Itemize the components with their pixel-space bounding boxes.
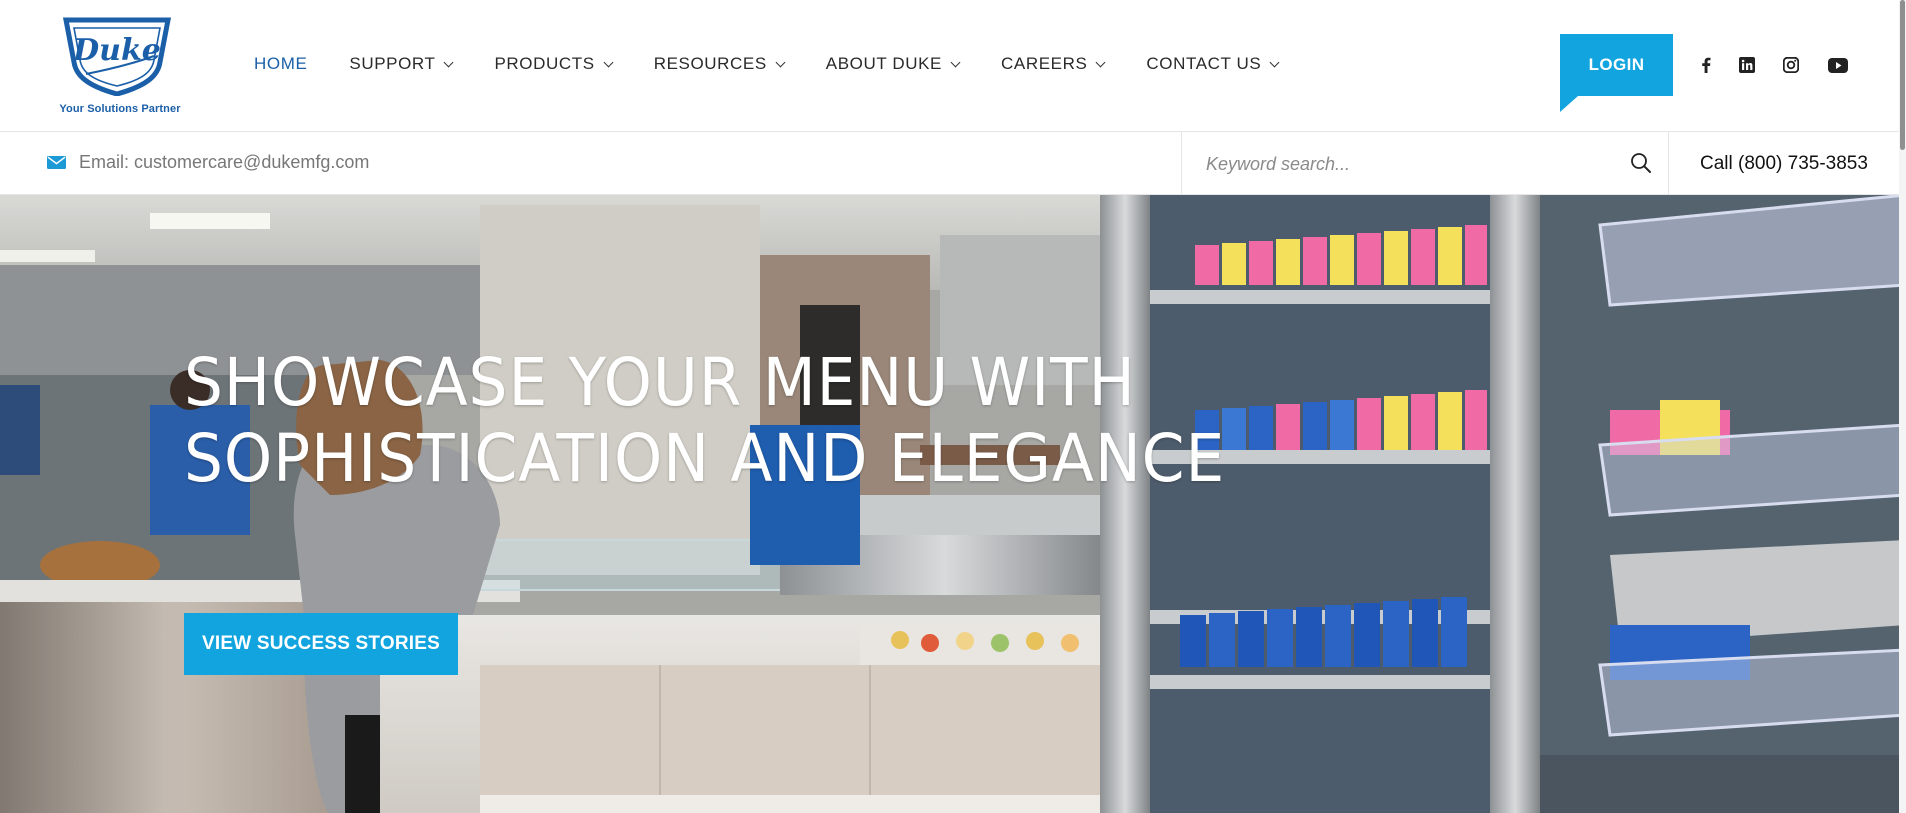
nav-resources-label: RESOURCES [653, 54, 767, 73]
nav-careers-label: CAREERS [1001, 54, 1088, 73]
nav-support-label: SUPPORT [349, 54, 436, 73]
search-box [1181, 132, 1669, 195]
hero-banner: SHOWCASE YOUR MENU WITH SOPHISTICATION A… [0, 195, 1906, 813]
site-header: Duke Your Solutions Partner HOME SUPPORT… [0, 0, 1906, 132]
email-label: Email: customercare@dukemfg.com [79, 152, 370, 172]
linkedin-icon[interactable] [1736, 54, 1758, 76]
chevron-down-icon [775, 57, 786, 67]
nav-careers[interactable]: CAREERS [1001, 54, 1106, 74]
duke-logo[interactable]: Duke Your Solutions Partner [56, 14, 188, 119]
facebook-icon[interactable] [1695, 54, 1717, 76]
nav-resources[interactable]: RESOURCES [653, 54, 786, 74]
chevron-down-icon [950, 57, 961, 67]
hero-title: SHOWCASE YOUR MENU WITH SOPHISTICATION A… [184, 345, 1225, 497]
view-success-stories-button[interactable]: VIEW SUCCESS STORIES [184, 613, 458, 675]
youtube-icon[interactable] [1827, 54, 1849, 76]
chevron-down-icon [444, 57, 454, 67]
login-button-tail [1560, 96, 1578, 112]
instagram-icon[interactable] [1780, 54, 1802, 76]
scrollbar-thumb[interactable] [1900, 0, 1905, 150]
login-button[interactable]: LOGIN [1560, 34, 1673, 96]
logo-badge-icon: Duke [62, 17, 172, 96]
search-input[interactable] [1206, 150, 1606, 178]
hero-background-image [0, 195, 1906, 813]
hero-title-line-1: SHOWCASE YOUR MENU WITH [184, 344, 1136, 421]
hero-title-line-2: SOPHISTICATION AND ELEGANCE [184, 420, 1226, 497]
phone-number[interactable]: Call (800) 735-3853 [1700, 153, 1868, 175]
logo-tagline: Your Solutions Partner [59, 103, 181, 115]
nav-contact-us[interactable]: CONTACT US [1146, 54, 1280, 74]
nav-home-label: HOME [254, 54, 308, 73]
main-nav: HOME SUPPORT PRODUCTS RESOURCES ABOUT DU… [254, 52, 1320, 76]
email-contact[interactable]: Email: customercare@dukemfg.com [47, 152, 369, 173]
nav-support[interactable]: SUPPORT [349, 54, 454, 74]
page-scrollbar[interactable] [1899, 0, 1906, 813]
search-icon[interactable] [1630, 152, 1652, 174]
nav-about-duke-label: ABOUT DUKE [825, 54, 942, 73]
nav-products-label: PRODUCTS [494, 54, 595, 73]
nav-products[interactable]: PRODUCTS [494, 54, 614, 74]
chevron-down-icon [1095, 57, 1106, 67]
envelope-icon [47, 156, 66, 169]
nav-about-duke[interactable]: ABOUT DUKE [825, 54, 961, 74]
chevron-down-icon [603, 57, 614, 67]
chevron-down-icon [1269, 57, 1280, 67]
info-bar: Email: customercare@dukemfg.com Call (80… [0, 132, 1906, 195]
svg-text:Duke: Duke [72, 33, 161, 68]
nav-home[interactable]: HOME [254, 54, 307, 74]
nav-contact-us-label: CONTACT US [1146, 54, 1262, 73]
